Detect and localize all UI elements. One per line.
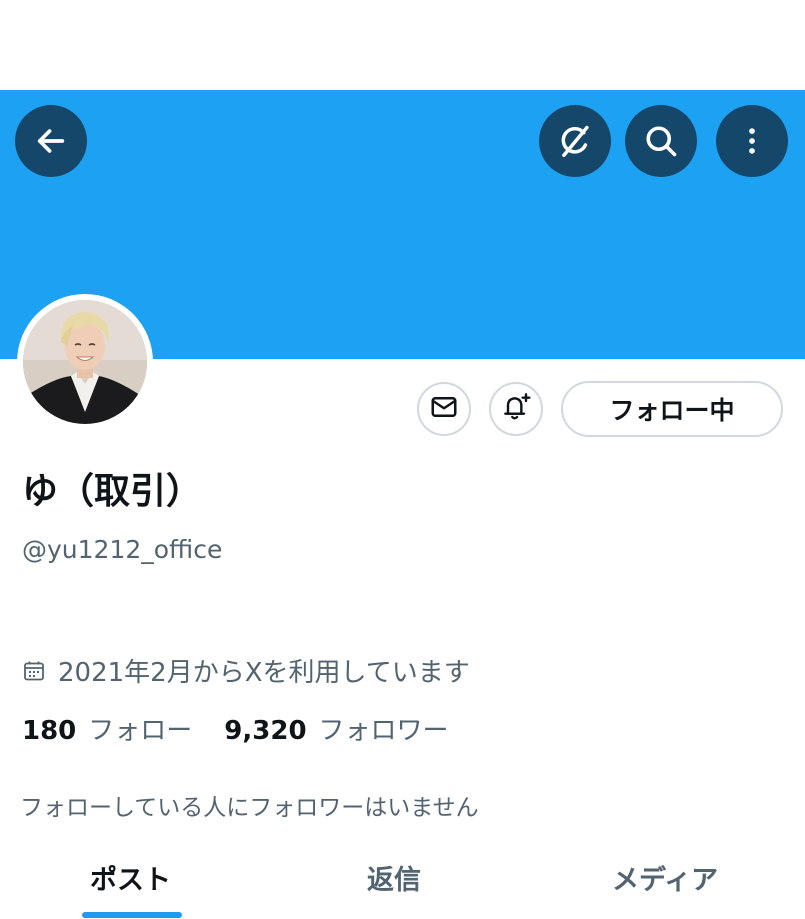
tab-active-indicator	[82, 912, 182, 918]
grok-icon	[556, 122, 594, 160]
joined-date: 2021年2月からXを利用しています	[22, 652, 470, 689]
joined-text: 2021年2月からXを利用しています	[58, 658, 470, 688]
following-link[interactable]: 180 フォロー	[22, 710, 192, 747]
follow-stats: 180 フォロー 9,320 フォロワー	[22, 710, 449, 747]
notify-button[interactable]	[489, 382, 543, 436]
tab-posts[interactable]: ポスト	[90, 858, 171, 897]
following-count: 180	[22, 716, 77, 746]
more-button[interactable]	[716, 105, 788, 177]
following-button[interactable]: フォロー中	[561, 381, 783, 437]
message-button[interactable]	[417, 382, 471, 436]
followers-link[interactable]: 9,320 フォロワー	[224, 710, 448, 747]
grok-button[interactable]	[539, 105, 611, 177]
tab-media[interactable]: メディア	[612, 858, 718, 897]
followers-count: 9,320	[224, 716, 307, 746]
profile-handle: @yu1212_office	[22, 535, 223, 564]
profile-page: フォロー中 ゆ（取引） @yu1212_office 2021年2月からXを利用…	[0, 0, 805, 919]
search-icon	[643, 123, 679, 159]
calendar-icon	[22, 659, 46, 683]
profile-name: ゆ（取引）	[22, 471, 203, 512]
bell-plus-icon	[500, 391, 532, 427]
arrow-left-icon	[34, 124, 68, 158]
back-button[interactable]	[15, 105, 87, 177]
search-button[interactable]	[625, 105, 697, 177]
mail-icon	[429, 392, 459, 426]
more-vertical-icon	[735, 124, 769, 158]
known-followers-text: フォローしている人にフォロワーはいません	[20, 795, 479, 821]
following-label: フォロー	[88, 716, 193, 746]
avatar	[23, 300, 147, 424]
avatar-frame[interactable]	[17, 294, 153, 430]
followers-label: フォロワー	[318, 716, 449, 746]
tab-replies[interactable]: 返信	[367, 858, 421, 897]
